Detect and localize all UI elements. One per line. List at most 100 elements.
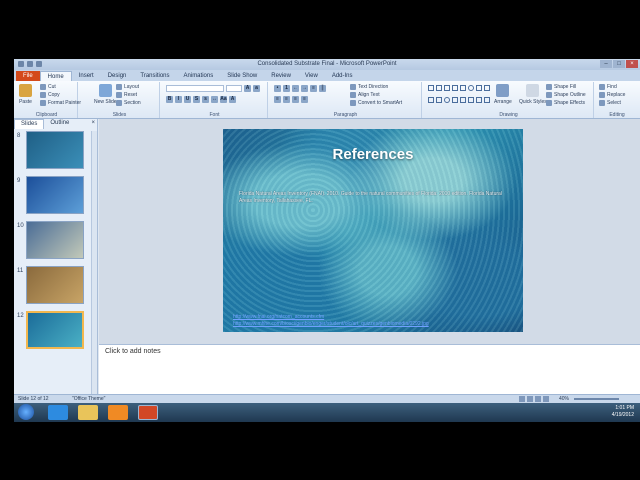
slide-sorter-icon[interactable] (527, 396, 533, 402)
font-color-icon[interactable]: A (229, 96, 236, 103)
align-text-button[interactable]: Align Text (350, 92, 380, 98)
line-shape-icon[interactable] (436, 85, 442, 91)
pane-scrollbar[interactable] (91, 131, 97, 409)
columns-icon[interactable]: ║ (319, 85, 326, 92)
underline-icon[interactable]: U (184, 96, 191, 103)
shrink-font-icon[interactable]: a (253, 85, 260, 92)
slide-reference-link[interactable]: http://www.fnai.org/natcom_accounts.cfm … (233, 314, 513, 328)
notes-pane[interactable]: Click to add notes (99, 344, 640, 394)
zoom-level[interactable]: 40% (559, 396, 569, 402)
decrease-indent-icon[interactable]: ← (292, 85, 299, 92)
align-center-icon[interactable]: ≡ (283, 96, 290, 103)
zoom-slider[interactable] (574, 398, 619, 400)
slide-thumbnail[interactable] (26, 176, 84, 214)
reading-view-icon[interactable] (535, 396, 541, 402)
change-case-icon[interactable]: Aa (220, 96, 227, 103)
section-button[interactable]: Section (116, 100, 141, 106)
brace-shape-icon[interactable] (484, 96, 490, 103)
internet-explorer-icon[interactable] (48, 405, 68, 420)
align-left-icon[interactable]: ≡ (274, 96, 281, 103)
tab-slide-show[interactable]: Slide Show (220, 71, 264, 81)
select-button[interactable]: Select (599, 100, 621, 106)
slide-thumbnail[interactable] (26, 131, 84, 169)
tab-design[interactable]: Design (101, 71, 134, 81)
replace-button[interactable]: Replace (599, 92, 625, 98)
oval-shape-icon[interactable] (444, 96, 450, 103)
bold-icon[interactable]: B (166, 96, 173, 103)
rectangle-shape-icon[interactable] (460, 85, 466, 91)
tab-home[interactable]: Home (39, 71, 72, 81)
line-shape-icon[interactable] (428, 85, 434, 91)
shapes-gallery[interactable] (428, 85, 490, 107)
shape-fill-button[interactable]: Shape Fill (546, 84, 576, 90)
shape-outline-button[interactable]: Shape Outline (546, 92, 586, 98)
italic-icon[interactable]: I (175, 96, 182, 103)
maximize-button[interactable]: □ (613, 60, 625, 68)
slide-thumbnail[interactable] (26, 221, 84, 259)
new-slide-button[interactable]: New Slide (94, 84, 117, 105)
arrow-shape-icon[interactable] (484, 85, 490, 91)
file-explorer-icon[interactable] (78, 405, 98, 420)
numbering-icon[interactable]: 1 (283, 85, 290, 92)
editing-group: Find Replace Select Editing (596, 82, 638, 118)
shadow-icon[interactable]: s (202, 96, 209, 103)
rectangle-shape-icon[interactable] (452, 85, 458, 91)
tab-animations[interactable]: Animations (177, 71, 221, 81)
paste-button[interactable]: Paste (19, 84, 32, 105)
grow-font-icon[interactable]: A (244, 85, 251, 92)
paragraph-group: • 1 ← → ≡ ║ ≡ ≡ ≡ ≡ Text Direction Align… (270, 82, 422, 118)
arrow-shape-icon[interactable] (452, 96, 458, 103)
tab-review[interactable]: Review (264, 71, 298, 81)
ribbon: Paste Cut Copy Format Painter Clipboard … (14, 81, 640, 119)
triangle-shape-icon[interactable] (428, 96, 434, 103)
convert-smartart-button[interactable]: Convert to SmartArt (350, 100, 402, 106)
slide-title[interactable]: References (223, 146, 523, 163)
start-button[interactable] (18, 404, 34, 420)
bullets-icon[interactable]: • (274, 85, 281, 92)
copy-button[interactable]: Copy (40, 92, 60, 98)
current-slide[interactable]: References Florida Natural Areas Invento… (223, 129, 523, 332)
minimize-button[interactable]: – (600, 60, 612, 68)
format-painter-button[interactable]: Format Painter (40, 100, 81, 106)
close-pane-icon[interactable]: × (88, 119, 98, 129)
align-right-icon[interactable]: ≡ (292, 96, 299, 103)
strikethrough-icon[interactable]: S (193, 96, 200, 103)
line-shape-icon[interactable] (444, 85, 450, 91)
find-button[interactable]: Find (599, 84, 617, 90)
powerpoint-taskbar-icon[interactable] (138, 405, 158, 420)
tab-file[interactable]: File (16, 71, 40, 81)
tab-transitions[interactable]: Transitions (133, 71, 176, 81)
increase-indent-icon[interactable]: → (301, 85, 308, 92)
slide-thumbnail[interactable] (26, 266, 84, 304)
tab-slides-pane[interactable]: Slides (14, 119, 45, 129)
text-direction-button[interactable]: Text Direction (350, 84, 388, 90)
tab-insert[interactable]: Insert (72, 71, 101, 81)
arrow-shape-icon[interactable] (460, 96, 466, 103)
media-player-icon[interactable] (108, 405, 128, 420)
tab-outline-pane[interactable]: Outline (44, 119, 75, 129)
rectangle-shape-icon[interactable] (476, 85, 482, 91)
rectangle-shape-icon[interactable] (436, 96, 442, 103)
justify-icon[interactable]: ≡ (301, 96, 308, 103)
curve-shape-icon[interactable] (468, 96, 474, 103)
tab-add-ins[interactable]: Add-Ins (325, 71, 360, 81)
quick-styles-button[interactable]: Quick Styles (519, 84, 547, 105)
arrange-button[interactable]: Arrange (494, 84, 512, 105)
slide-reference-text[interactable]: Florida Natural Areas Inventory (FNAI). … (239, 191, 511, 205)
oval-shape-icon[interactable] (468, 85, 474, 91)
line-spacing-icon[interactable]: ≡ (310, 85, 317, 92)
normal-view-icon[interactable] (519, 396, 525, 402)
font-size-input[interactable] (226, 85, 242, 92)
slideshow-icon[interactable] (543, 396, 549, 402)
slide-thumbnail[interactable] (26, 311, 84, 349)
tab-view[interactable]: View (298, 71, 325, 81)
font-family-input[interactable] (166, 85, 224, 92)
shape-effects-button[interactable]: Shape Effects (546, 100, 585, 106)
reset-button[interactable]: Reset (116, 92, 137, 98)
star-shape-icon[interactable] (476, 96, 482, 103)
cut-button[interactable]: Cut (40, 84, 56, 90)
system-clock[interactable]: 1:01 PM 4/19/2012 (612, 405, 634, 419)
close-button[interactable]: × (626, 60, 638, 68)
layout-button[interactable]: Layout (116, 84, 139, 90)
spacing-icon[interactable]: ↔ (211, 96, 218, 103)
